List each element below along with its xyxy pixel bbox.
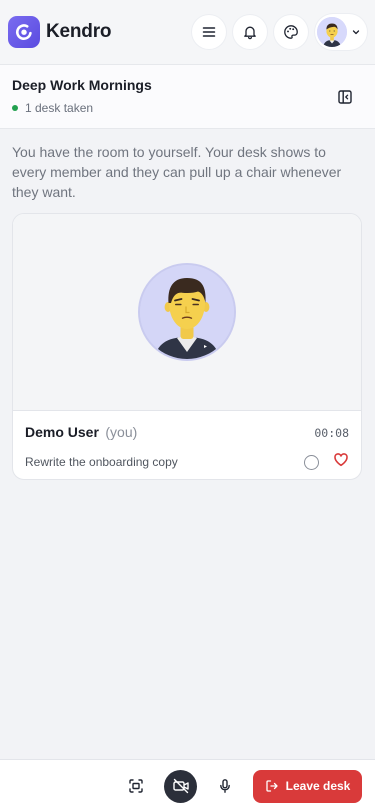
room-status-text: 1 desk taken <box>25 101 94 115</box>
desk-user-label: Demo User (you) <box>25 424 137 442</box>
brand-logo-icon <box>8 16 40 48</box>
brand[interactable]: Kendro <box>8 16 112 48</box>
desk-task-text: Rewrite the onboarding copy <box>25 455 178 469</box>
desk-you-label: (you) <box>105 424 138 440</box>
leave-desk-label: Leave desk <box>285 779 351 793</box>
notifications-button[interactable] <box>233 15 267 49</box>
brand-name: Kendro <box>46 21 112 42</box>
palette-icon <box>284 25 298 39</box>
chevron-down-icon <box>352 30 360 35</box>
room-title: Deep Work Mornings <box>12 77 152 93</box>
menu-button[interactable] <box>192 15 226 49</box>
panel-toggle-button[interactable] <box>335 87 355 107</box>
theme-button[interactable] <box>274 15 308 49</box>
camera-toggle-button[interactable] <box>164 769 197 803</box>
heart-icon <box>334 453 348 467</box>
task-complete-checkbox[interactable] <box>304 454 319 470</box>
profile-menu-button[interactable] <box>315 14 367 50</box>
screen-share-button[interactable] <box>120 770 152 802</box>
screen-share-icon <box>129 779 143 793</box>
bottom-toolbar: Leave desk <box>0 759 375 812</box>
status-dot <box>12 105 18 111</box>
room-status: 1 desk taken <box>12 101 363 115</box>
menu-icon <box>202 27 216 37</box>
top-bar: Kendro <box>0 0 375 64</box>
like-button[interactable] <box>333 452 349 472</box>
microphone-icon <box>220 779 230 793</box>
desk-task-line: Rewrite the onboarding copy <box>25 452 349 472</box>
leave-desk-button[interactable]: Leave desk <box>253 769 362 803</box>
desk-card[interactable]: Demo User (you) 00:08 Rewrite the onboar… <box>12 213 362 480</box>
top-actions <box>192 14 367 50</box>
desk-video-area <box>13 214 361 411</box>
microphone-button[interactable] <box>209 770 241 802</box>
desk-timer: 00:08 <box>314 426 349 440</box>
desk-info: Demo User (you) 00:08 Rewrite the onboar… <box>13 411 361 479</box>
camera-off-icon <box>172 778 189 794</box>
desk-user-name: Demo User <box>25 424 99 440</box>
sidebar-panel-icon <box>338 90 352 104</box>
logout-icon <box>265 780 278 792</box>
bell-icon <box>244 26 256 40</box>
desk-user-line: Demo User (you) 00:08 <box>25 424 349 442</box>
desk-task-actions <box>304 452 349 472</box>
avatar <box>317 17 347 47</box>
room-info-text: You have the room to yourself. Your desk… <box>12 144 342 200</box>
user-avatar <box>138 263 236 361</box>
room-header: Deep Work Mornings 1 desk taken <box>0 64 375 129</box>
